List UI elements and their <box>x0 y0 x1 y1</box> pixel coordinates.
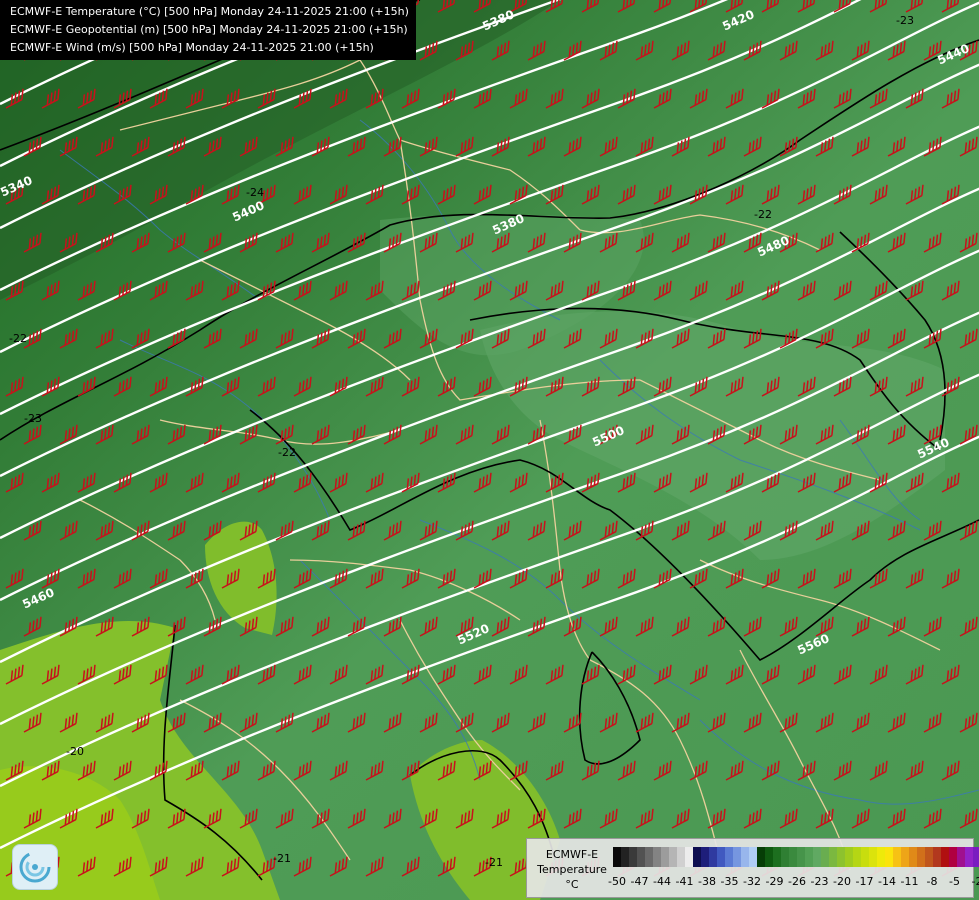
legend-swatch <box>941 847 949 867</box>
legend-swatch <box>901 847 909 867</box>
legend-tick-label: -41 <box>675 875 694 888</box>
legend-swatch <box>765 847 773 867</box>
legend-swatch <box>821 847 829 867</box>
ecmwf-swirl-logo-icon <box>12 844 58 890</box>
legend-tick-label: -44 <box>653 875 671 888</box>
legend-tick-label: -38 <box>698 875 716 888</box>
legend-tick-label: -20 <box>833 875 851 888</box>
legend-swatch <box>813 847 821 867</box>
legend-swatch <box>893 847 901 867</box>
legend-swatch <box>685 847 693 867</box>
legend-tick-label: -47 <box>630 875 649 888</box>
legend-model: ECMWF-E <box>545 848 599 861</box>
legend-swatch <box>661 847 669 867</box>
legend-swatch <box>741 847 749 867</box>
weather-map[interactable]: 5380 54205340540054405380548054605500 5540… <box>0 0 979 900</box>
legend-tick-label: -23 <box>810 875 829 888</box>
temperature-label: -21 <box>485 856 503 869</box>
legend-swatch <box>925 847 933 867</box>
legend-swatch <box>693 847 701 867</box>
legend-swatch <box>773 847 781 867</box>
legend-swatch <box>829 847 837 867</box>
legend-swatch <box>781 847 789 867</box>
legend-tick-label: -11 <box>900 875 919 888</box>
map-title-box: ECMWF-E Temperature (°C) [500 hPa] Monda… <box>0 0 416 60</box>
temperature-label: -23 <box>24 412 42 425</box>
legend-swatch <box>885 847 893 867</box>
temperature-label: -23 <box>896 14 914 27</box>
legend-swatch <box>629 847 637 867</box>
legend-swatch <box>837 847 845 867</box>
legend-swatch <box>869 847 877 867</box>
legend-swatch <box>797 847 805 867</box>
legend-swatch <box>613 847 621 867</box>
legend-unit: °C <box>565 878 579 891</box>
legend-swatch <box>845 847 853 867</box>
legend-variable: Temperature <box>537 863 607 876</box>
legend-tick-label: -14 <box>878 875 896 888</box>
legend-swatch <box>973 847 979 867</box>
legend-ticks: -50 -47 -44 -41 -38 -35 -32 -29 -26 -23 -20 -17 -14-… <box>608 875 979 889</box>
legend-swatch <box>645 847 653 867</box>
temperature-label: -22 <box>9 332 27 345</box>
legend-swatch <box>861 847 869 867</box>
legend-swatch <box>853 847 861 867</box>
legend-tick-label: -26 <box>788 875 806 888</box>
legend-swatch <box>669 847 677 867</box>
title-wind: ECMWF-E Wind (m/s) [500 hPa] Monday 24-1… <box>10 41 374 54</box>
legend-swatch <box>757 847 765 867</box>
legend-color-bar <box>613 847 979 867</box>
legend-swatch <box>621 847 629 867</box>
legend-swatch <box>805 847 813 867</box>
legend-tick-label: -32 <box>743 875 761 888</box>
legend-tick-label: -35 <box>720 875 739 888</box>
legend-swatch <box>749 847 757 867</box>
temperature-label: -24 <box>246 186 264 199</box>
legend-swatch <box>733 847 741 867</box>
temperature-label: -20 <box>66 745 84 758</box>
legend-swatch <box>965 847 973 867</box>
legend-swatch <box>877 847 885 867</box>
legend-tick-label: -29 <box>765 875 784 888</box>
legend-swatch <box>677 847 685 867</box>
legend-tick-label: -2 <box>971 875 979 888</box>
legend-swatch <box>909 847 917 867</box>
legend-swatch <box>949 847 957 867</box>
legend-tick-label: -50 <box>608 875 626 888</box>
legend-tick-label: -8 <box>926 875 938 888</box>
legend-swatch <box>725 847 733 867</box>
title-geopotential: ECMWF-E Geopotential (m) [500 hPa] Monda… <box>10 23 408 36</box>
temperature-legend: ECMWF-E Temperature °C -50 -47 -44 -41 -38 -3… <box>526 838 979 898</box>
temperature-label: -22 <box>278 446 296 459</box>
legend-swatch <box>933 847 941 867</box>
temperature-label: -22 <box>754 208 772 221</box>
legend-swatch <box>709 847 717 867</box>
temperature-label: -21 <box>273 852 291 865</box>
legend-swatch <box>917 847 925 867</box>
legend-tick-label: -17 <box>855 875 874 888</box>
legend-swatch <box>789 847 797 867</box>
legend-swatch <box>717 847 725 867</box>
title-temperature: ECMWF-E Temperature (°C) [500 hPa] Monda… <box>10 5 409 18</box>
legend-swatch <box>701 847 709 867</box>
legend-swatch <box>957 847 965 867</box>
legend-tick-label: -5 <box>949 875 960 888</box>
legend-swatch <box>637 847 645 867</box>
legend-swatch <box>653 847 661 867</box>
